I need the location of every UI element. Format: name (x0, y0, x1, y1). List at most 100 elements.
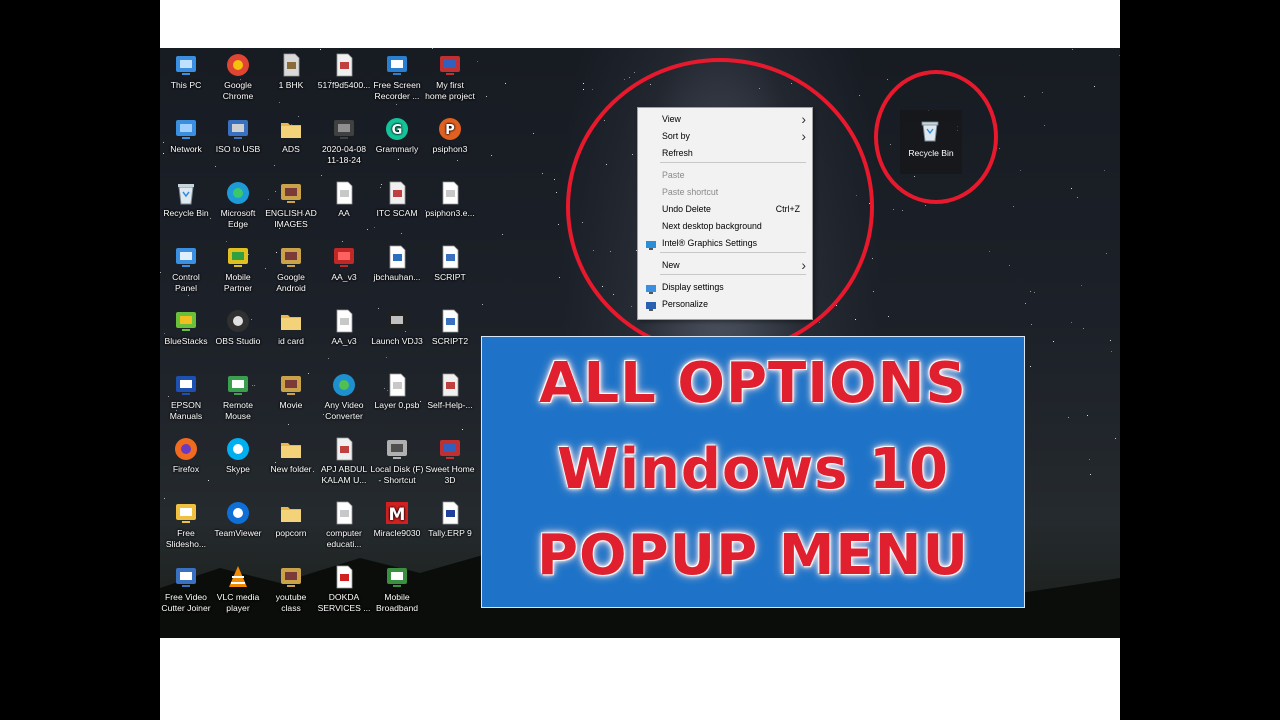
desktop-icon[interactable]: My first home project (422, 52, 478, 102)
desktop-icon-label: VLC media player (216, 592, 260, 613)
desktop-icon[interactable]: Skype (210, 436, 266, 475)
desktop-icon[interactable]: Free Slidesho... (160, 500, 214, 550)
desktop-icon[interactable]: Mobile Broadband (369, 564, 425, 614)
star (819, 321, 821, 323)
desktop-icon[interactable]: New folder (263, 436, 319, 475)
desktop-icon[interactable]: SCRIPT2 (422, 308, 478, 347)
desktop-icon[interactable]: Local Disk (F) - Shortcut (369, 436, 425, 486)
desktop-icon[interactable]: id card (263, 308, 319, 347)
desktop-icon[interactable]: jbchauhan... (369, 244, 425, 283)
desktop-icon[interactable]: This PC (160, 52, 214, 91)
desktop-icon[interactable]: G Grammarly (369, 116, 425, 155)
desktop-icon[interactable]: SCRIPT (422, 244, 478, 283)
desktop-icon[interactable]: ISO to USB (210, 116, 266, 155)
star (1070, 321, 1072, 323)
desktop-icon-label: Miracle9030 (373, 528, 421, 538)
star (395, 104, 397, 106)
desktop-icon[interactable]: Remote Mouse (210, 372, 266, 422)
desktop-icon[interactable]: psiphon3.e... (422, 180, 478, 219)
video-converter-icon (331, 372, 357, 398)
tally-icon (437, 500, 463, 526)
desktop-icon-label: youtube class (275, 592, 307, 613)
desktop-icon-label: Remote Mouse (222, 400, 254, 421)
star (1008, 264, 1010, 266)
desktop-icon[interactable]: 2020-04-08 11-18-24 (316, 116, 372, 166)
desktop-icon[interactable]: AA (316, 180, 372, 219)
star (320, 49, 322, 51)
desktop-icon[interactable]: Sweet Home 3D (422, 436, 478, 486)
folder-icon (278, 436, 304, 462)
desktop-icon[interactable]: Mobile Partner (210, 244, 266, 294)
desktop-icon[interactable]: Any Video Converter (316, 372, 372, 422)
desktop-icon[interactable]: computer educati... (316, 500, 372, 550)
star (999, 147, 1001, 149)
desktop-icon[interactable]: Microsoft Edge (210, 180, 266, 230)
desktop-icon[interactable]: Launch VDJ3 (369, 308, 425, 347)
desktop-icon[interactable]: popcorn (263, 500, 319, 539)
desktop-icon[interactable]: Firefox (160, 436, 214, 475)
desktop-icon[interactable]: ITC SCAM (369, 180, 425, 219)
desktop-icon[interactable]: AA_v3 (316, 244, 372, 283)
video-cutter-icon (173, 564, 199, 590)
desktop-icon-label: This PC (170, 80, 202, 90)
mobile-partner-icon (225, 244, 251, 270)
desktop-icon[interactable]: EPSON Manuals (160, 372, 214, 422)
desktop-icon[interactable]: VLC media player (210, 564, 266, 614)
desktop-icon[interactable]: M Miracle9030 (369, 500, 425, 539)
desktop-icon[interactable]: Layer 0.psb (369, 372, 425, 411)
svg-text:M: M (389, 505, 406, 525)
desktop-icon[interactable]: Self-Help-... (422, 372, 478, 411)
star (1110, 351, 1112, 353)
desktop-icon[interactable]: APJ ABDUL KALAM U... (316, 436, 372, 486)
star (557, 224, 559, 226)
star (886, 78, 888, 80)
desktop-icon[interactable]: DOKDA SERVICES ... (316, 564, 372, 614)
svg-text:P: P (445, 123, 455, 138)
desktop-icon[interactable]: Network (160, 116, 214, 155)
star (559, 276, 561, 278)
desktop-icon[interactable]: Free Video Cutter Joiner (160, 564, 214, 614)
star (1089, 474, 1091, 476)
archive-icon (278, 180, 304, 206)
star (328, 358, 330, 360)
star (491, 154, 493, 156)
desktop-icon-label: Any Video Converter (324, 400, 364, 421)
desktop-icon[interactable]: Google Chrome (210, 52, 266, 102)
desktop-icon[interactable]: BlueStacks (160, 308, 214, 347)
desktop-icon[interactable]: TeamViewer (210, 500, 266, 539)
star (486, 96, 488, 98)
desktop-icon[interactable]: Tally.ERP 9 (422, 500, 478, 539)
vlc-icon (225, 564, 251, 590)
file-icon (278, 52, 304, 78)
desktop-icon[interactable]: Google Android (263, 244, 319, 294)
desktop-icon-label: Microsoft Edge (220, 208, 256, 229)
archive-icon (278, 244, 304, 270)
desktop-icon[interactable]: AA_v3 (316, 308, 372, 347)
desktop-icon[interactable]: youtube class (263, 564, 319, 614)
desktop-icon-label: Free Video Cutter Joiner (161, 592, 211, 613)
desktop-icon[interactable]: ADS (263, 116, 319, 155)
image-file-icon (437, 372, 463, 398)
desktop-icon[interactable]: 1 BHK (263, 52, 319, 91)
star (456, 159, 458, 161)
desktop-icon[interactable]: Free Screen Recorder ... (369, 52, 425, 102)
desktop-icon-label: psiphon3 (432, 144, 468, 154)
desktop-icon-label: OBS Studio (215, 336, 261, 346)
star (1083, 328, 1085, 330)
banner-line-3: POPUP MENU (536, 523, 970, 588)
star (288, 423, 290, 425)
desktop-icon[interactable]: Movie (263, 372, 319, 411)
desktop-icon[interactable]: Ppsiphon3 (422, 116, 478, 155)
star (278, 102, 280, 104)
desktop-icon[interactable]: 517f9d5400... (316, 52, 372, 91)
desktop-icon[interactable]: OBS Studio (210, 308, 266, 347)
desktop-icon-label: Movie (279, 400, 303, 410)
document-icon (331, 500, 357, 526)
star (1053, 341, 1055, 343)
desktop-icon[interactable]: Control Panel (160, 244, 214, 294)
slideshow-icon (173, 500, 199, 526)
star (634, 71, 636, 73)
desktop-icon[interactable]: ENGLISH AD IMAGES (263, 180, 319, 230)
desktop-icon[interactable]: Recycle Bin (160, 180, 214, 219)
disk-icon (384, 436, 410, 462)
